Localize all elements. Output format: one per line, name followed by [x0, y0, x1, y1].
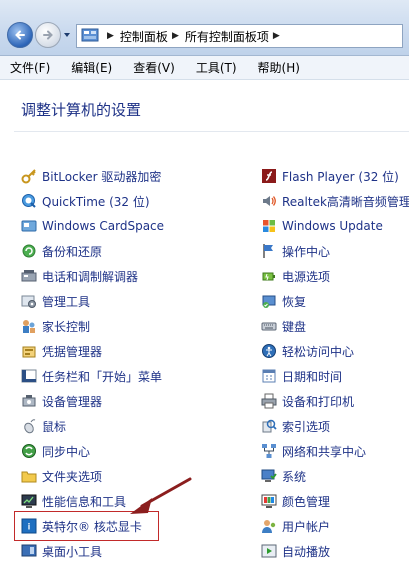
cp-item-cardspace[interactable]: Windows CardSpace [21, 216, 164, 236]
address-bar: ▶ 控制面板 ▶ 所有控制面板项 ▶ [0, 0, 409, 56]
mouse-icon [24, 419, 36, 434]
date-time-icon [262, 369, 276, 383]
history-dropdown-icon[interactable] [63, 31, 71, 39]
cp-item-taskbar[interactable]: 任务栏和「开始」菜单 [21, 366, 162, 386]
cp-item-performance[interactable]: 性能信息和工具 [21, 491, 126, 511]
flash-player-icon [262, 169, 276, 183]
breadcrumb-separator[interactable]: ▶ [172, 31, 179, 41]
cp-item-action-center[interactable]: 操作中心 [261, 241, 330, 261]
breadcrumb-separator[interactable]: ▶ [107, 31, 114, 41]
control-panel-content: 调整计算机的设置 BitLocker 驱动器加密 QuickTime (32 位… [0, 81, 409, 569]
breadcrumb-item-all-items[interactable]: 所有控制面板项 [185, 28, 269, 45]
cp-item-flash-player[interactable]: Flash Player (32 位) [261, 166, 399, 186]
power-options-icon [262, 272, 275, 281]
backup-icon [22, 244, 36, 258]
cp-item-windows-update[interactable]: Windows Update [261, 216, 383, 236]
menu-file[interactable]: 文件(F) [6, 57, 54, 78]
parental-controls-icon [23, 320, 35, 333]
cp-item-date-time[interactable]: 日期和时间 [261, 366, 342, 386]
realtek-audio-icon [263, 196, 276, 206]
cp-item-autoplay[interactable]: 自动播放 [261, 541, 330, 561]
bitlocker-key-icon [21, 169, 36, 184]
cp-item-gadgets[interactable]: 桌面小工具 [21, 541, 102, 561]
page-title: 调整计算机的设置 [21, 101, 142, 119]
cp-item-power-options[interactable]: 电源选项 [261, 266, 330, 286]
cardspace-icon [21, 220, 37, 232]
cp-item-device-manager[interactable]: 设备管理器 [21, 391, 102, 411]
breadcrumb-separator[interactable]: ▶ [273, 31, 280, 41]
cp-item-folder-options[interactable]: 文件夹选项 [21, 466, 102, 486]
cp-item-credential-manager[interactable]: 凭据管理器 [21, 341, 102, 361]
menu-view[interactable]: 查看(V) [129, 57, 179, 78]
autoplay-icon [261, 544, 277, 558]
cp-item-indexing[interactable]: 索引选项 [261, 416, 330, 436]
cp-item-realtek-audio[interactable]: Realtek高清晰音频管理 [261, 191, 409, 211]
user-accounts-icon [262, 520, 276, 533]
back-button[interactable] [7, 22, 33, 48]
credential-manager-icon [22, 346, 36, 358]
printer-icon [261, 393, 277, 409]
cp-item-network[interactable]: 网络和共享中心 [261, 441, 366, 461]
menu-help[interactable]: 帮助(H) [254, 57, 304, 78]
cp-item-backup[interactable]: 备份和还原 [21, 241, 102, 261]
divider [14, 131, 409, 132]
admin-tools-icon [21, 295, 36, 308]
indexing-icon [262, 419, 277, 433]
system-icon [261, 469, 277, 482]
cp-item-user-accounts[interactable]: 用户帐户 [261, 516, 330, 536]
menu-edit[interactable]: 编辑(E) [67, 57, 116, 78]
action-center-flag-icon [263, 244, 273, 258]
phone-modem-icon [21, 270, 37, 282]
menu-bar: 文件(F) 编辑(E) 查看(V) 工具(T) 帮助(H) [0, 56, 409, 80]
windows-update-icon [263, 220, 275, 232]
cp-item-quicktime[interactable]: QuickTime (32 位) [21, 191, 150, 211]
device-manager-icon [22, 395, 36, 407]
recovery-icon [262, 295, 276, 308]
breadcrumb[interactable]: ▶ 控制面板 ▶ 所有控制面板项 ▶ [76, 24, 403, 48]
cp-item-admin-tools[interactable]: 管理工具 [21, 291, 90, 311]
cp-item-bitlocker[interactable]: BitLocker 驱动器加密 [21, 166, 161, 186]
cp-item-devices-printers[interactable]: 设备和打印机 [261, 391, 354, 411]
cp-item-color-management[interactable]: 颜色管理 [261, 491, 330, 511]
forward-arrow-icon [43, 30, 53, 40]
menu-tools[interactable]: 工具(T) [192, 57, 241, 78]
color-management-icon [261, 494, 277, 508]
ease-of-access-icon [262, 344, 276, 358]
cp-item-keyboard[interactable]: 键盘 [261, 316, 306, 336]
cp-item-recovery[interactable]: 恢复 [261, 291, 306, 311]
keyboard-icon [261, 322, 277, 331]
cp-item-ease-of-access[interactable]: 轻松访问中心 [261, 341, 354, 361]
sync-center-icon [22, 444, 36, 458]
cp-item-sync-center[interactable]: 同步中心 [21, 441, 90, 461]
back-arrow-icon [15, 30, 25, 40]
performance-icon [21, 494, 37, 508]
cp-item-system[interactable]: 系统 [261, 466, 306, 486]
taskbar-icon [21, 369, 37, 383]
control-panel-icon [81, 28, 99, 42]
cp-item-mouse[interactable]: 鼠标 [21, 416, 66, 436]
quicktime-icon [22, 194, 36, 208]
breadcrumb-item-control-panel[interactable]: 控制面板 [120, 28, 168, 45]
cp-item-phone-modem[interactable]: 电话和调制解调器 [21, 266, 138, 286]
gadgets-icon [21, 544, 37, 557]
cp-item-parental-controls[interactable]: 家长控制 [21, 316, 90, 336]
annotation-arrow-icon [130, 477, 192, 514]
network-icon [262, 444, 276, 458]
folder-options-icon [21, 471, 37, 483]
forward-button[interactable] [35, 22, 61, 48]
